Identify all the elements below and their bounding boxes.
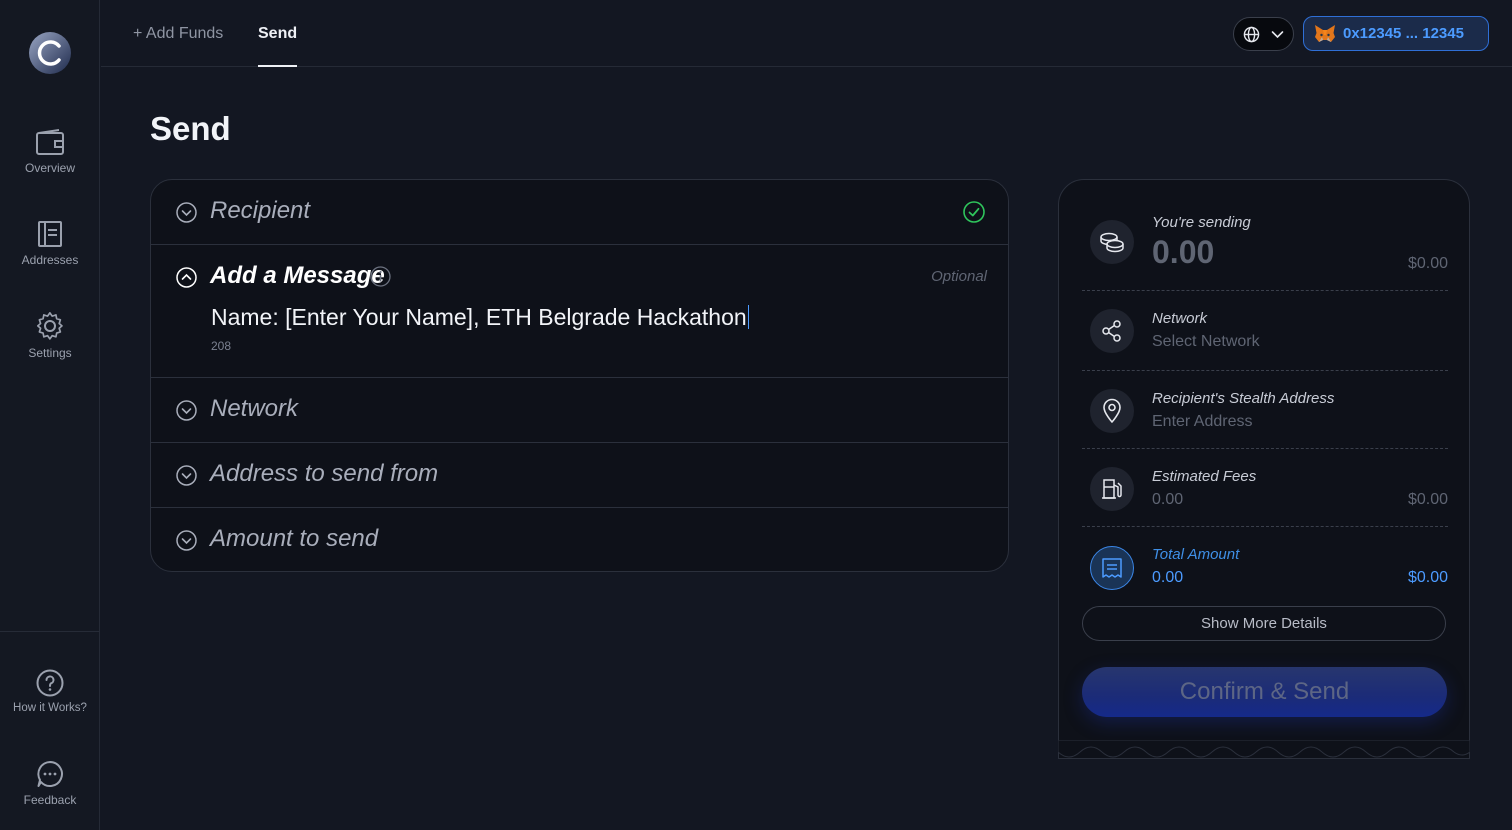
sidebar-item-settings[interactable]: Settings: [0, 311, 100, 360]
message-input[interactable]: Name: [Enter Your Name], ETH Belgrade Ha…: [211, 304, 749, 331]
sidebar-divider: [0, 631, 100, 632]
sidebar-item-overview[interactable]: Overview: [0, 128, 100, 175]
fees-value: 0.00: [1152, 491, 1184, 508]
add-funds-link[interactable]: + Add Funds: [133, 25, 223, 43]
network-section[interactable]: Network: [151, 378, 1008, 443]
wallet-address: 0x12345 ... 12345: [1343, 25, 1464, 42]
top-bar: + Add Funds Send: [101, 0, 1512, 67]
divider: [1082, 370, 1448, 371]
fees-usd: $0.00: [1407, 491, 1448, 508]
coins-icon: [1090, 220, 1134, 264]
summary-network-row: Network Select Network: [1082, 308, 1448, 368]
divider: [1082, 290, 1448, 291]
check-circle-icon: [963, 201, 985, 223]
document-icon: [38, 221, 62, 247]
chevron-down-circle-icon: [176, 202, 197, 223]
show-more-details-button[interactable]: Show More Details: [1082, 606, 1446, 641]
chevron-up-circle-icon[interactable]: [176, 267, 197, 288]
sidebar-item-addresses[interactable]: Addresses: [0, 220, 100, 267]
recipient-section[interactable]: Recipient: [151, 180, 1008, 245]
optional-label: Optional: [931, 268, 987, 285]
receipt-edge: [1058, 740, 1470, 758]
send-form-accordion: Recipient Add a Message Optional Name: […: [150, 179, 1009, 572]
stealth-address-row: Recipient's Stealth Address Enter Addres…: [1082, 388, 1448, 448]
sidebar-item-label: Addresses: [21, 253, 79, 267]
sidebar: Overview Addresses Settings How it Works…: [0, 0, 100, 830]
language-selector[interactable]: [1233, 17, 1294, 51]
stealth-address-label: Recipient's Stealth Address: [1152, 390, 1335, 407]
text-cursor: [747, 305, 749, 329]
gear-icon: [36, 312, 63, 340]
message-title: Add a Message: [210, 262, 385, 289]
location-pin-icon: [1090, 389, 1134, 433]
wallet-button[interactable]: 0x12345 ... 12345: [1303, 16, 1489, 51]
help-icon: [36, 669, 64, 697]
globe-icon: [1243, 26, 1260, 43]
chevron-down-circle-icon: [176, 530, 197, 551]
message-section: Add a Message Optional Name: [Enter Your…: [151, 245, 1008, 378]
summary-panel: You're sending 0.00 $0.00 Network Select…: [1058, 179, 1470, 759]
from-address-section[interactable]: Address to send from: [151, 443, 1008, 508]
amount-title: Amount to send: [210, 525, 379, 552]
page-title: Send: [150, 110, 231, 147]
logo-icon: [29, 32, 71, 74]
divider: [1082, 448, 1448, 449]
message-text: Name: [Enter Your Name], ETH Belgrade Ha…: [211, 304, 747, 330]
summary-network-label: Network: [1152, 310, 1208, 327]
character-count: 208: [211, 339, 232, 353]
total-row: Total Amount 0.00 $0.00: [1082, 544, 1448, 604]
total-usd: $0.00: [1407, 569, 1448, 586]
amount-section[interactable]: Amount to send: [151, 508, 1008, 571]
sidebar-item-label: Feedback: [23, 793, 77, 807]
divider: [1082, 526, 1448, 527]
chevron-down-icon: [1271, 31, 1284, 39]
from-address-title: Address to send from: [210, 460, 439, 487]
recipient-title: Recipient: [210, 197, 311, 224]
share-network-icon: [1090, 309, 1134, 353]
chevron-down-circle-icon: [176, 465, 197, 486]
fees-label: Estimated Fees: [1152, 468, 1257, 485]
sidebar-item-label: Settings: [28, 346, 72, 360]
info-icon[interactable]: [370, 266, 391, 287]
sending-usd: $0.00: [1407, 255, 1448, 272]
send-tab[interactable]: Send: [258, 25, 298, 67]
sending-row: You're sending 0.00 $0.00: [1082, 214, 1448, 288]
total-value: 0.00: [1152, 569, 1184, 586]
stealth-address-value: Enter Address: [1152, 413, 1253, 430]
sending-label: You're sending: [1152, 214, 1251, 231]
sidebar-item-how-it-works[interactable]: How it Works?: [0, 669, 100, 714]
sidebar-item-label: How it Works?: [13, 702, 87, 714]
sending-amount: 0.00: [1152, 234, 1215, 270]
metamask-fox-icon: [1315, 25, 1335, 42]
confirm-send-button[interactable]: Confirm & Send: [1082, 667, 1447, 717]
receipt-icon: [1090, 546, 1134, 590]
chat-icon: [37, 761, 63, 787]
total-label: Total Amount: [1152, 546, 1240, 563]
summary-network-value: Select Network: [1152, 333, 1260, 350]
fees-row: Estimated Fees 0.00 $0.00: [1082, 466, 1448, 526]
fuel-pump-icon: [1090, 467, 1134, 511]
app-logo[interactable]: [28, 31, 72, 75]
chevron-down-circle-icon: [176, 400, 197, 421]
sidebar-item-label: Overview: [24, 161, 75, 175]
network-title: Network: [210, 395, 299, 422]
sidebar-item-feedback[interactable]: Feedback: [0, 760, 100, 807]
wallet-icon: [36, 129, 64, 155]
